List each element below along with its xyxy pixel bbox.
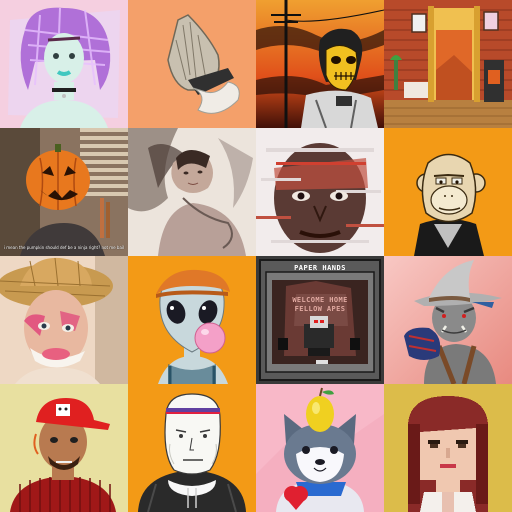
nft-tile-interior-room[interactable] xyxy=(384,0,512,128)
nft-tile-praying-hands[interactable] xyxy=(128,0,256,128)
nft-tile-skull-mask[interactable] xyxy=(256,0,384,128)
straw-hat-person-image xyxy=(0,256,128,384)
nft-tile-orc-wizard[interactable] xyxy=(384,256,512,384)
nft-tile-purple-hair-woman[interactable] xyxy=(0,0,128,128)
nft-tile-husky-pear[interactable] xyxy=(256,384,384,512)
pumpkin-caption: i mean the pumpkin should def be a ninja… xyxy=(3,245,125,250)
glitch-face-image xyxy=(256,128,384,256)
red-cap-man-image xyxy=(0,384,128,512)
nft-tile-alien-bubblegum[interactable] xyxy=(128,256,256,384)
purple-hair-woman-image xyxy=(0,0,128,128)
nft-tile-sepia-portrait[interactable] xyxy=(128,128,256,256)
husky-pear-image xyxy=(256,384,384,512)
skull-mask-image xyxy=(256,0,384,128)
nft-tile-glitch-face[interactable] xyxy=(256,128,384,256)
paper-hands-subtitle-line-1: WELCOME HOME xyxy=(292,296,347,304)
paper-hands-subtitle-line-2: FELLOW APES xyxy=(295,305,346,313)
bored-ape-image xyxy=(384,128,512,256)
paper-hands-cartridge-image: PAPER HANDS WELCOME HOME FELLOW APES xyxy=(256,256,384,384)
nft-tile-red-cap-man[interactable] xyxy=(0,384,128,512)
nft-tile-wojak-hoodie[interactable] xyxy=(128,384,256,512)
nft-tile-pixel-woman[interactable] xyxy=(384,384,512,512)
wojak-hoodie-image xyxy=(128,384,256,512)
interior-room-image xyxy=(384,0,512,128)
nft-tile-bored-ape[interactable] xyxy=(384,128,512,256)
paper-hands-title: PAPER HANDS xyxy=(294,264,346,272)
sepia-portrait-image xyxy=(128,128,256,256)
nft-tile-paper-hands[interactable]: PAPER HANDS WELCOME HOME FELLOW APES xyxy=(256,256,384,384)
pumpkin-head-image xyxy=(0,128,128,256)
nft-tile-pumpkin-head[interactable]: i mean the pumpkin should def be a ninja… xyxy=(0,128,128,256)
praying-hands-image xyxy=(128,0,256,128)
alien-bubblegum-image xyxy=(128,256,256,384)
orc-wizard-image xyxy=(384,256,512,384)
pixel-woman-image xyxy=(384,384,512,512)
nft-tile-straw-hat[interactable] xyxy=(0,256,128,384)
nft-gallery-grid: i mean the pumpkin should def be a ninja… xyxy=(0,0,512,512)
